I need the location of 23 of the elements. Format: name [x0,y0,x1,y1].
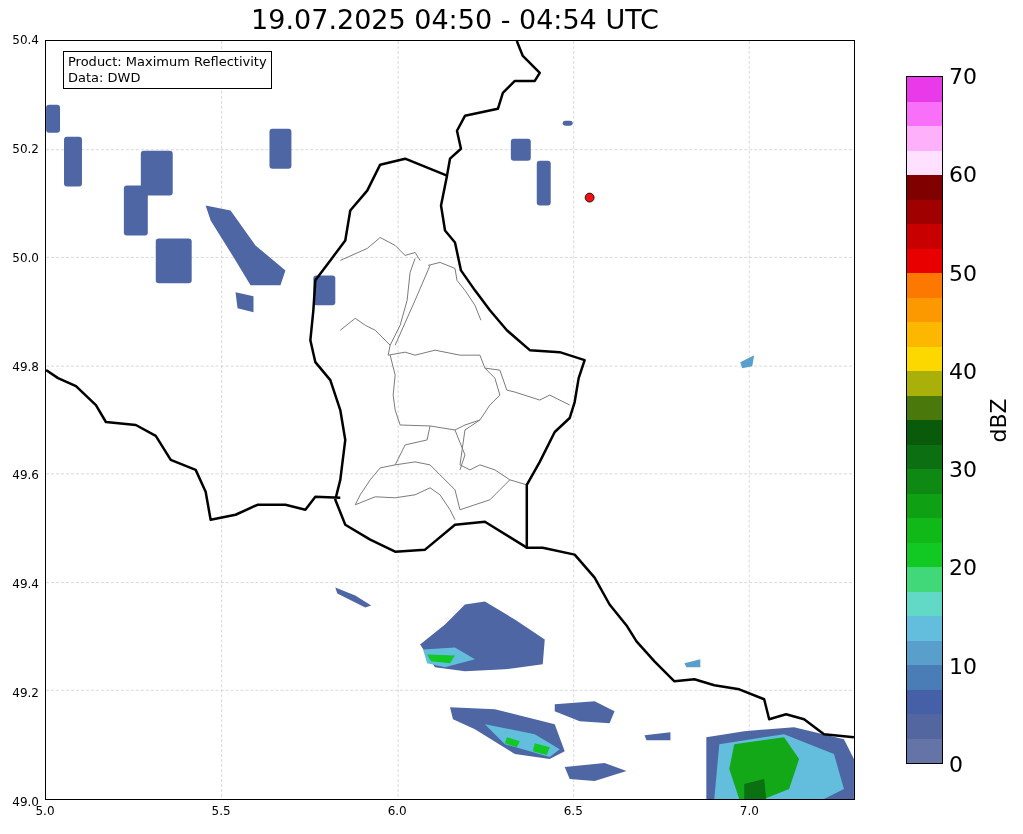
x-tick-label: 6.0 [387,804,407,818]
colorbar-tick-label: 30 [949,456,977,482]
y-tick-label: 49.4 [12,577,39,592]
colorbar-tick-label: 50 [949,260,977,286]
x-tick-label: 6.5 [563,804,583,818]
colorbar-tick-label: 60 [949,161,977,187]
x-tick-label: 5.5 [211,804,231,818]
colorbar-tick-label: 10 [949,653,977,679]
x-tick-label: 7.0 [739,804,759,818]
colorbar-tick-label: 40 [949,358,977,384]
y-tick-label: 50.2 [12,141,39,156]
y-tick-label: 49.2 [12,686,39,701]
info-text: Product: Maximum Reflectivity [68,54,267,70]
colorbar-label: dBZ [985,397,1011,443]
colorbar-tick-label: 70 [949,63,977,89]
y-tick-label: 50.0 [12,250,39,265]
colorbar-tick-label: 20 [949,554,977,580]
colorbar-tick-label: 0 [949,751,963,777]
info-text: Data: DWD [68,70,142,86]
y-tick-label: 50.4 [12,33,39,47]
y-tick-label: 49.8 [12,359,39,374]
chart-title: 19.07.2025 04:50 - 04:54 UTC [250,3,660,37]
y-tick-label: 49.6 [12,468,39,483]
